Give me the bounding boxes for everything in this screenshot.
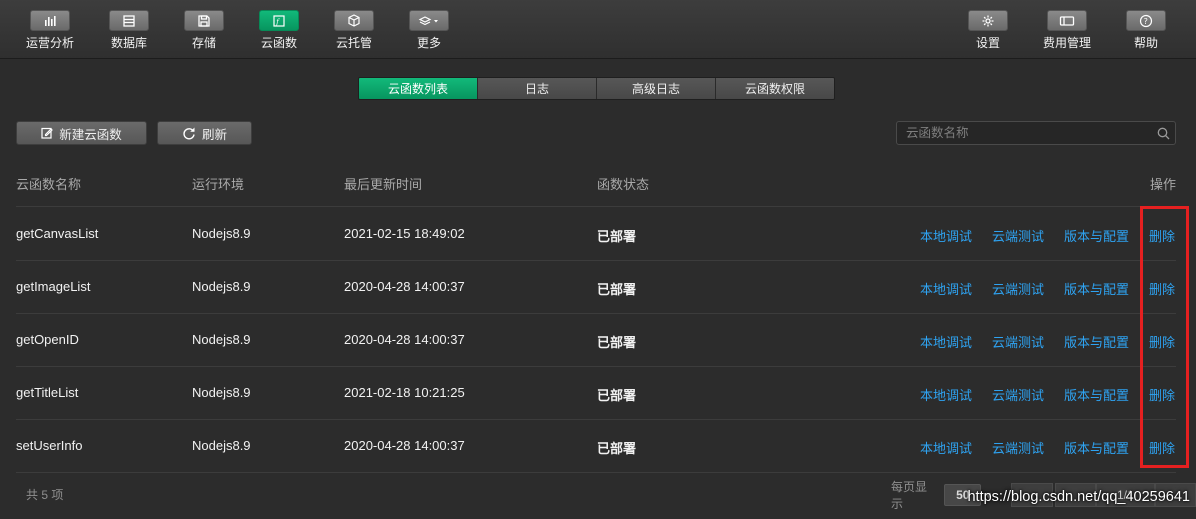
cloud-test-link[interactable]: 云端测试 bbox=[992, 438, 1044, 457]
tab-logs[interactable]: 日志 bbox=[478, 78, 597, 99]
column-header-runtime: 运行环境 bbox=[192, 177, 245, 192]
new-function-label: 新建云函数 bbox=[59, 127, 122, 142]
local-debug-link[interactable]: 本地调试 bbox=[920, 385, 972, 404]
cloud-test-link[interactable]: 云端测试 bbox=[992, 226, 1044, 245]
version-config-link[interactable]: 版本与配置 bbox=[1064, 332, 1129, 351]
svg-text:?: ? bbox=[1144, 17, 1148, 26]
edit-icon bbox=[41, 127, 54, 139]
cloud-test-link[interactable]: 云端测试 bbox=[992, 332, 1044, 351]
status: 已部署 bbox=[597, 282, 637, 297]
column-header-status: 函数状态 bbox=[597, 177, 650, 192]
delete-link[interactable]: 删除 bbox=[1149, 385, 1175, 404]
updated-time: 2021-02-18 10:21:25 bbox=[344, 385, 465, 400]
page-size-label: 每页显示 bbox=[891, 480, 928, 511]
version-config-link[interactable]: 版本与配置 bbox=[1064, 385, 1129, 404]
database-icon bbox=[109, 10, 149, 31]
toolbar-label: 存储 bbox=[191, 36, 216, 50]
delete-link[interactable]: 删除 bbox=[1149, 226, 1175, 245]
function-name: getOpenID bbox=[16, 332, 79, 347]
column-header-updated: 最后更新时间 bbox=[344, 177, 423, 192]
toolbar-label: 更多 bbox=[416, 36, 441, 50]
table-row: setUserInfo Nodejs8.9 2020-04-28 14:00:3… bbox=[16, 419, 1176, 473]
new-function-button[interactable]: 新建云函数 bbox=[16, 121, 147, 145]
runtime: Nodejs8.9 bbox=[192, 438, 251, 453]
search-icon[interactable] bbox=[1151, 127, 1175, 140]
updated-time: 2020-04-28 14:00:37 bbox=[344, 279, 465, 294]
local-debug-link[interactable]: 本地调试 bbox=[920, 226, 972, 245]
table-row: getOpenID Nodejs8.9 2020-04-28 14:00:37 … bbox=[16, 313, 1176, 367]
updated-time: 2021-02-15 18:49:02 bbox=[344, 226, 465, 241]
layers-icon bbox=[409, 10, 449, 31]
local-debug-link[interactable]: 本地调试 bbox=[920, 332, 972, 351]
toolbar-label: 帮助 bbox=[1133, 36, 1158, 50]
function-name: getImageList bbox=[16, 279, 91, 294]
updated-time: 2020-04-28 14:00:37 bbox=[344, 438, 465, 453]
table-row: getImageList Nodejs8.9 2020-04-28 14:00:… bbox=[16, 260, 1176, 314]
column-header-actions: 操作 bbox=[1150, 177, 1177, 192]
version-config-link[interactable]: 版本与配置 bbox=[1064, 226, 1129, 245]
toolbar-label: 设置 bbox=[975, 36, 1000, 50]
refresh-icon bbox=[182, 126, 196, 140]
toolbar-item-analytics[interactable]: 运营分析 bbox=[10, 10, 90, 50]
tab-advanced-logs[interactable]: 高级日志 bbox=[597, 78, 716, 99]
function-search-input[interactable] bbox=[897, 126, 1151, 140]
runtime: Nodejs8.9 bbox=[192, 279, 251, 294]
tab-function-list[interactable]: 云函数列表 bbox=[359, 78, 478, 99]
version-config-link[interactable]: 版本与配置 bbox=[1064, 438, 1129, 457]
help-icon: ? bbox=[1126, 10, 1166, 31]
toolbar-label: 数据库 bbox=[110, 36, 147, 50]
status: 已部署 bbox=[597, 441, 637, 456]
status: 已部署 bbox=[597, 229, 637, 244]
function-tabs: 云函数列表 日志 高级日志 云函数权限 bbox=[358, 77, 835, 100]
toolbar-item-cloud-function[interactable]: f 云函数 bbox=[239, 10, 319, 50]
toolbar-item-more[interactable]: 更多 bbox=[389, 10, 469, 50]
toolbar-label: 运营分析 bbox=[25, 36, 74, 50]
cloud-test-link[interactable]: 云端测试 bbox=[992, 279, 1044, 298]
toolbar-item-help[interactable]: ? 帮助 bbox=[1106, 10, 1186, 50]
toolbar-item-billing[interactable]: 费用管理 bbox=[1027, 10, 1107, 50]
table-header: 云函数名称 运行环境 最后更新时间 函数状态 操作 bbox=[16, 166, 1176, 207]
save-icon bbox=[184, 10, 224, 31]
billing-card-icon bbox=[1047, 10, 1087, 31]
toolbar-item-database[interactable]: 数据库 bbox=[89, 10, 169, 50]
runtime: Nodejs8.9 bbox=[192, 226, 251, 241]
cloud-test-link[interactable]: 云端测试 bbox=[992, 385, 1044, 404]
bar-chart-icon bbox=[30, 10, 70, 31]
cube-icon bbox=[334, 10, 374, 31]
updated-time: 2020-04-28 14:00:37 bbox=[344, 332, 465, 347]
local-debug-link[interactable]: 本地调试 bbox=[920, 279, 972, 298]
toolbar-label: 云托管 bbox=[335, 36, 372, 50]
column-header-name: 云函数名称 bbox=[16, 177, 82, 192]
delete-link[interactable]: 删除 bbox=[1149, 332, 1175, 351]
refresh-button[interactable]: 刷新 bbox=[157, 121, 252, 145]
function-search-box bbox=[896, 121, 1176, 145]
watermark-text: https://blog.csdn.net/qq_40259641 bbox=[967, 489, 1190, 505]
function-name: getTitleList bbox=[16, 385, 79, 400]
delete-link[interactable]: 删除 bbox=[1149, 279, 1175, 298]
runtime: Nodejs8.9 bbox=[192, 385, 251, 400]
delete-link[interactable]: 删除 bbox=[1149, 438, 1175, 457]
toolbar-item-settings[interactable]: 设置 bbox=[948, 10, 1028, 50]
toolbar-item-storage[interactable]: 存储 bbox=[164, 10, 244, 50]
status: 已部署 bbox=[597, 335, 637, 350]
top-toolbar: 运营分析 数据库 存储 f 云函数 云托管 更多 设置 费用管理 ? 帮助 bbox=[0, 0, 1196, 59]
table-row: getTitleList Nodejs8.9 2021-02-18 10:21:… bbox=[16, 366, 1176, 420]
tab-function-permissions[interactable]: 云函数权限 bbox=[716, 78, 834, 99]
status: 已部署 bbox=[597, 388, 637, 403]
total-count: 共 5 项 bbox=[26, 488, 64, 502]
function-name: getCanvasList bbox=[16, 226, 99, 241]
table-row: getCanvasList Nodejs8.9 2021-02-15 18:49… bbox=[16, 207, 1176, 261]
refresh-label: 刷新 bbox=[201, 127, 227, 142]
runtime: Nodejs8.9 bbox=[192, 332, 251, 347]
toolbar-item-cloud-hosting[interactable]: 云托管 bbox=[314, 10, 394, 50]
toolbar-label: 云函数 bbox=[260, 36, 297, 50]
function-name: setUserInfo bbox=[16, 438, 83, 453]
local-debug-link[interactable]: 本地调试 bbox=[920, 438, 972, 457]
toolbar-label: 费用管理 bbox=[1042, 36, 1091, 50]
svg-text:f: f bbox=[275, 18, 280, 26]
version-config-link[interactable]: 版本与配置 bbox=[1064, 279, 1129, 298]
cloud-function-icon: f bbox=[259, 10, 299, 31]
gear-icon bbox=[968, 10, 1008, 31]
